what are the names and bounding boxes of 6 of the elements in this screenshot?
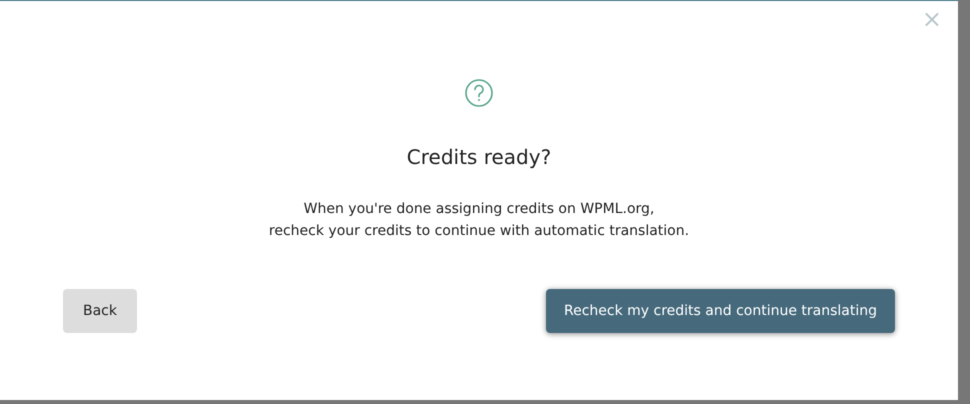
back-button[interactable]: Back <box>63 289 137 333</box>
help-icon <box>464 78 494 108</box>
recheck-button[interactable]: Recheck my credits and continue translating <box>546 289 895 333</box>
dialog-title: Credits ready? <box>406 144 552 171</box>
message-line: recheck your credits to continue with automatic translation. <box>268 222 690 241</box>
message-line: When you're done assigning credits on WPML.org, <box>304 200 654 219</box>
